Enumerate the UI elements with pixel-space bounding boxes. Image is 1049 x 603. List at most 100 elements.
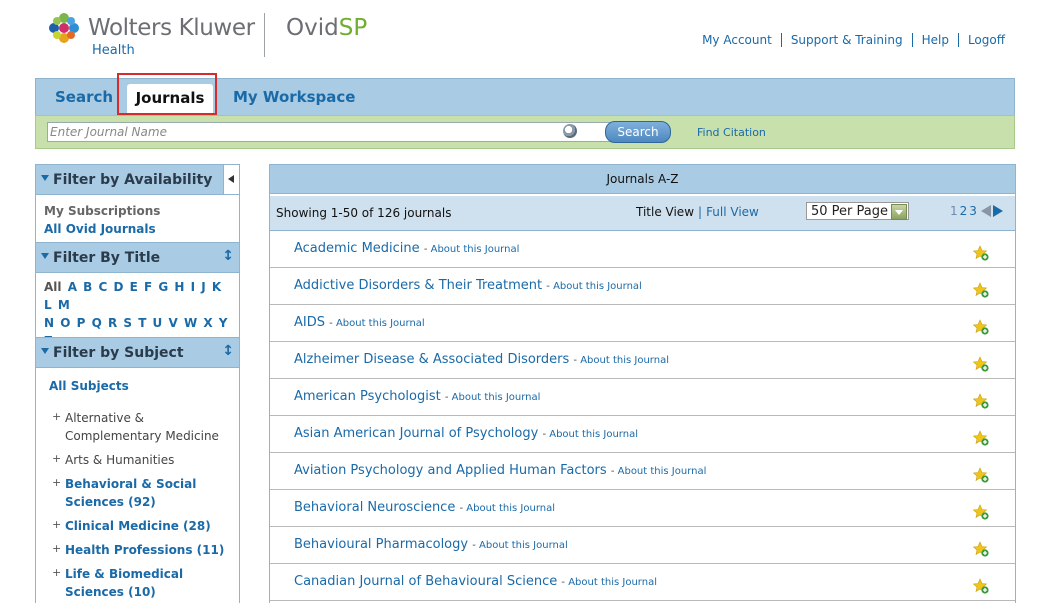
help-link[interactable]: Help: [912, 33, 959, 47]
star-add-icon[interactable]: [973, 356, 989, 372]
collapse-sidebar-icon[interactable]: [223, 165, 239, 194]
about-journal-link[interactable]: About this Journal: [568, 577, 657, 588]
subject-item[interactable]: + Clinical Medicine (28): [52, 517, 232, 535]
journal-row: Behavioral Neuroscience - About this Jou…: [270, 490, 1015, 527]
journal-row: Aviation Psychology and Applied Human Fa…: [270, 453, 1015, 490]
journal-row: Canadian Journal of Behavioural Science …: [270, 564, 1015, 601]
plus-icon[interactable]: +: [52, 474, 61, 492]
about-journal-link[interactable]: About this Journal: [336, 318, 425, 329]
journal-title[interactable]: American Psychologist - About this Journ…: [294, 389, 540, 404]
star-add-icon[interactable]: [973, 282, 989, 298]
star-add-icon[interactable]: [973, 504, 989, 520]
letters-a-m[interactable]: A B C D E F G H I J K L M: [44, 280, 221, 312]
journal-title[interactable]: Alzheimer Disease & Associated Disorders…: [294, 352, 669, 367]
plus-icon[interactable]: +: [52, 516, 61, 534]
star-add-icon[interactable]: [973, 245, 989, 261]
next-page-icon[interactable]: [992, 205, 1003, 217]
journal-title[interactable]: Addictive Disorders & Their Treatment - …: [294, 278, 642, 293]
pagination: 123: [950, 204, 1003, 218]
title-view-option[interactable]: Title View: [636, 205, 694, 219]
page-1[interactable]: 1: [950, 204, 960, 218]
journal-list: Academic Medicine - About this Journal A…: [270, 231, 1015, 601]
header-divider: [264, 13, 265, 57]
subject-item[interactable]: + Health Professions (11): [52, 541, 232, 559]
about-journal-link[interactable]: About this Journal: [452, 392, 541, 403]
full-view-link[interactable]: Full View: [706, 205, 759, 219]
star-add-icon[interactable]: [973, 467, 989, 483]
per-page-select[interactable]: 50 Per Page: [806, 202, 909, 220]
page-2[interactable]: 2: [960, 204, 970, 218]
plus-icon[interactable]: +: [52, 564, 61, 582]
find-citation-link[interactable]: Find Citation: [697, 126, 766, 139]
filter-availability-title: Filter by Availability: [53, 172, 213, 188]
all-subjects-link[interactable]: All Subjects: [49, 379, 129, 393]
filter-title-title: Filter By Title: [53, 250, 161, 266]
wolters-kluwer-logo-icon: [49, 13, 79, 43]
magnifier-icon[interactable]: [563, 124, 577, 138]
highlight-box: [117, 73, 217, 115]
journal-title[interactable]: Aviation Psychology and Applied Human Fa…: [294, 463, 706, 478]
plus-icon[interactable]: +: [52, 408, 61, 426]
all-letters-link[interactable]: All: [44, 280, 62, 294]
subject-item[interactable]: + Life & Biomedical Sciences (10): [52, 565, 232, 601]
results-toolbar: Showing 1-50 of 126 journals Title View |…: [270, 196, 1015, 231]
resize-arrows-icon[interactable]: ↕: [222, 248, 234, 264]
journal-title[interactable]: Behavioural Pharmacology - About this Jo…: [294, 537, 568, 552]
journals-panel: Journals A-Z Showing 1-50 of 126 journal…: [269, 164, 1016, 603]
journal-title[interactable]: Behavioral Neuroscience - About this Jou…: [294, 500, 555, 515]
filter-availability-header[interactable]: Filter by Availability: [36, 164, 239, 195]
expand-triangle-icon: [41, 175, 49, 181]
about-journal-link[interactable]: About this Journal: [580, 355, 669, 366]
star-add-icon[interactable]: [973, 541, 989, 557]
about-journal-link[interactable]: About this Journal: [479, 540, 568, 551]
plus-icon[interactable]: +: [52, 540, 61, 558]
support-training-link[interactable]: Support & Training: [781, 33, 913, 47]
logoff-link[interactable]: Logoff: [959, 33, 1005, 47]
subject-item[interactable]: + Arts & Humanities: [52, 451, 232, 469]
star-add-icon[interactable]: [973, 430, 989, 446]
brand-name: Wolters Kluwer: [88, 15, 255, 41]
subject-item[interactable]: + Alternative & Complementary Medicine: [52, 409, 232, 445]
journal-row: American Psychologist - About this Journ…: [270, 379, 1015, 416]
plus-icon[interactable]: +: [52, 450, 61, 468]
chevron-down-icon[interactable]: [891, 204, 907, 220]
search-button[interactable]: Search: [605, 121, 671, 143]
journal-title[interactable]: Canadian Journal of Behavioural Science …: [294, 574, 657, 589]
brand-subtitle: Health: [92, 43, 135, 58]
expand-triangle-icon: [41, 253, 49, 259]
journal-name-input[interactable]: [47, 122, 613, 142]
product-name: OvidSP: [286, 15, 367, 41]
tab-search[interactable]: Search: [55, 88, 113, 106]
tab-my-workspace[interactable]: My Workspace: [233, 88, 355, 106]
about-journal-link[interactable]: About this Journal: [549, 429, 638, 440]
star-add-icon[interactable]: [973, 578, 989, 594]
journal-title[interactable]: AIDS - About this Journal: [294, 315, 425, 330]
product-accent: SP: [338, 15, 368, 41]
filter-subject-header[interactable]: Filter by Subject ↕: [36, 337, 239, 368]
filter-title-header[interactable]: Filter By Title ↕: [36, 242, 239, 273]
journal-row: Behavioural Pharmacology - About this Jo…: [270, 527, 1015, 564]
my-account-link[interactable]: My Account: [693, 33, 782, 47]
journal-row: Addictive Disorders & Their Treatment - …: [270, 268, 1015, 305]
subject-item[interactable]: + Behavioral & Social Sciences (92): [52, 475, 232, 511]
resize-arrows-icon[interactable]: ↕: [222, 343, 234, 359]
about-journal-link[interactable]: About this Journal: [431, 244, 520, 255]
journal-row: AIDS - About this Journal: [270, 305, 1015, 342]
journal-row: Alzheimer Disease & Associated Disorders…: [270, 342, 1015, 379]
about-journal-link[interactable]: About this Journal: [466, 503, 555, 514]
star-add-icon[interactable]: [973, 319, 989, 335]
results-count: Showing 1-50 of 126 journals: [276, 206, 452, 220]
journal-title[interactable]: Academic Medicine - About this Journal: [294, 241, 519, 256]
star-add-icon[interactable]: [973, 393, 989, 409]
about-journal-link[interactable]: About this Journal: [553, 281, 642, 292]
journal-row: Asian American Journal of Psychology - A…: [270, 416, 1015, 453]
page-3[interactable]: 3: [969, 204, 979, 218]
journals-az-header: Journals A-Z: [270, 164, 1015, 194]
all-ovid-journals-link[interactable]: All Ovid Journals: [44, 220, 160, 238]
about-journal-link[interactable]: About this Journal: [618, 466, 707, 477]
my-subscriptions-link[interactable]: My Subscriptions: [44, 202, 160, 220]
prev-page-icon[interactable]: [980, 205, 991, 217]
availability-options: My Subscriptions All Ovid Journals: [44, 202, 160, 238]
journal-title[interactable]: Asian American Journal of Psychology - A…: [294, 426, 638, 441]
expand-triangle-icon: [41, 348, 49, 354]
